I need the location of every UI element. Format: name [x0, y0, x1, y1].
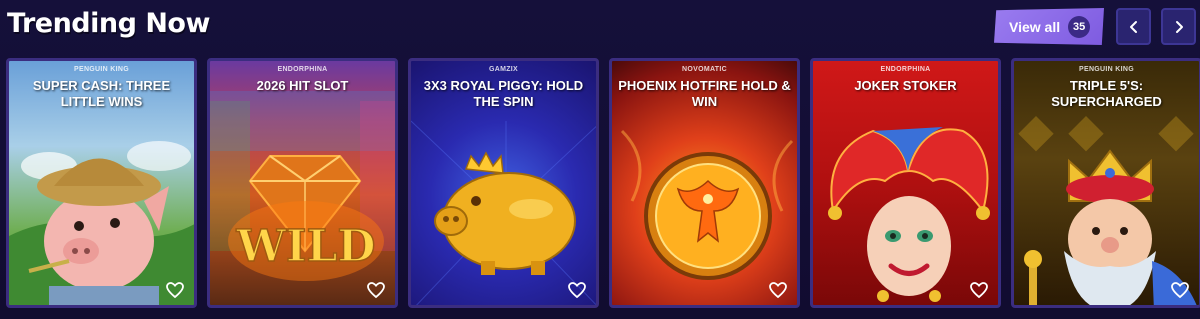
game-thumbnail-joker [828, 127, 990, 302]
game-card[interactable]: GAMZIX 3X3 ROYAL PIGGY: HOLD THE SPIN [408, 58, 599, 308]
game-provider: NOVOMATIC [682, 66, 727, 73]
view-all-label: View all [1009, 18, 1061, 35]
game-provider: GAMZIX [488, 66, 519, 73]
svg-text:WILD: WILD [235, 221, 375, 272]
game-title: JOKER STOKER [854, 78, 957, 93]
game-title: TRIPLE 5'S: SUPERCHARGED [1051, 78, 1162, 109]
heart-icon[interactable] [1170, 281, 1190, 299]
heart-icon[interactable] [969, 281, 989, 299]
trending-section: Trending Now View all 35 PENGUIN KING SU… [0, 0, 1200, 319]
game-thumbnail-wild: WILD [210, 91, 395, 281]
game-title: 2026 HIT SLOT [256, 78, 349, 93]
game-card[interactable]: PENGUIN KING TRIPLE 5'S: SUPERCHARGED [1011, 58, 1200, 308]
heart-icon[interactable] [567, 281, 587, 299]
game-carousel: PENGUIN KING SUPER CASH: THREE LITTLE WI… [0, 58, 1200, 319]
game-card[interactable]: WILD ENDORPHINA 2026 HIT SLOT [207, 58, 398, 308]
heart-icon[interactable] [366, 281, 386, 299]
game-provider: ENDORPHINA [277, 66, 328, 73]
heart-icon[interactable] [768, 281, 788, 299]
game-provider: PENGUIN KING [74, 66, 129, 73]
game-provider: ENDORPHINA [880, 66, 931, 73]
heart-icon[interactable] [165, 281, 185, 299]
game-card[interactable]: PENGUIN KING SUPER CASH: THREE LITTLE WI… [6, 58, 197, 308]
game-title: 3X3 ROYAL PIGGY: HOLD THE SPIN [423, 78, 584, 109]
game-title: PHOENIX HOTFIRE HOLD & WIN [618, 78, 791, 109]
game-provider: PENGUIN KING [1079, 66, 1134, 73]
chevron-right-icon [1175, 20, 1183, 33]
game-title: SUPER CASH: THREE LITTLE WINS [32, 78, 171, 109]
view-all-count-badge: 35 [1068, 15, 1091, 38]
carousel-next-button[interactable] [1161, 8, 1196, 45]
game-card[interactable]: ENDORPHINA JOKER STOKER [810, 58, 1001, 308]
section-header: Trending Now View all 35 [0, 0, 1200, 52]
view-all-button[interactable]: View all 35 [994, 8, 1104, 45]
section-title: Trending Now [7, 8, 210, 39]
game-card[interactable]: NOVOMATIC PHOENIX HOTFIRE HOLD & WIN [609, 58, 800, 308]
chevron-left-icon [1129, 20, 1137, 33]
carousel-prev-button[interactable] [1116, 8, 1151, 45]
